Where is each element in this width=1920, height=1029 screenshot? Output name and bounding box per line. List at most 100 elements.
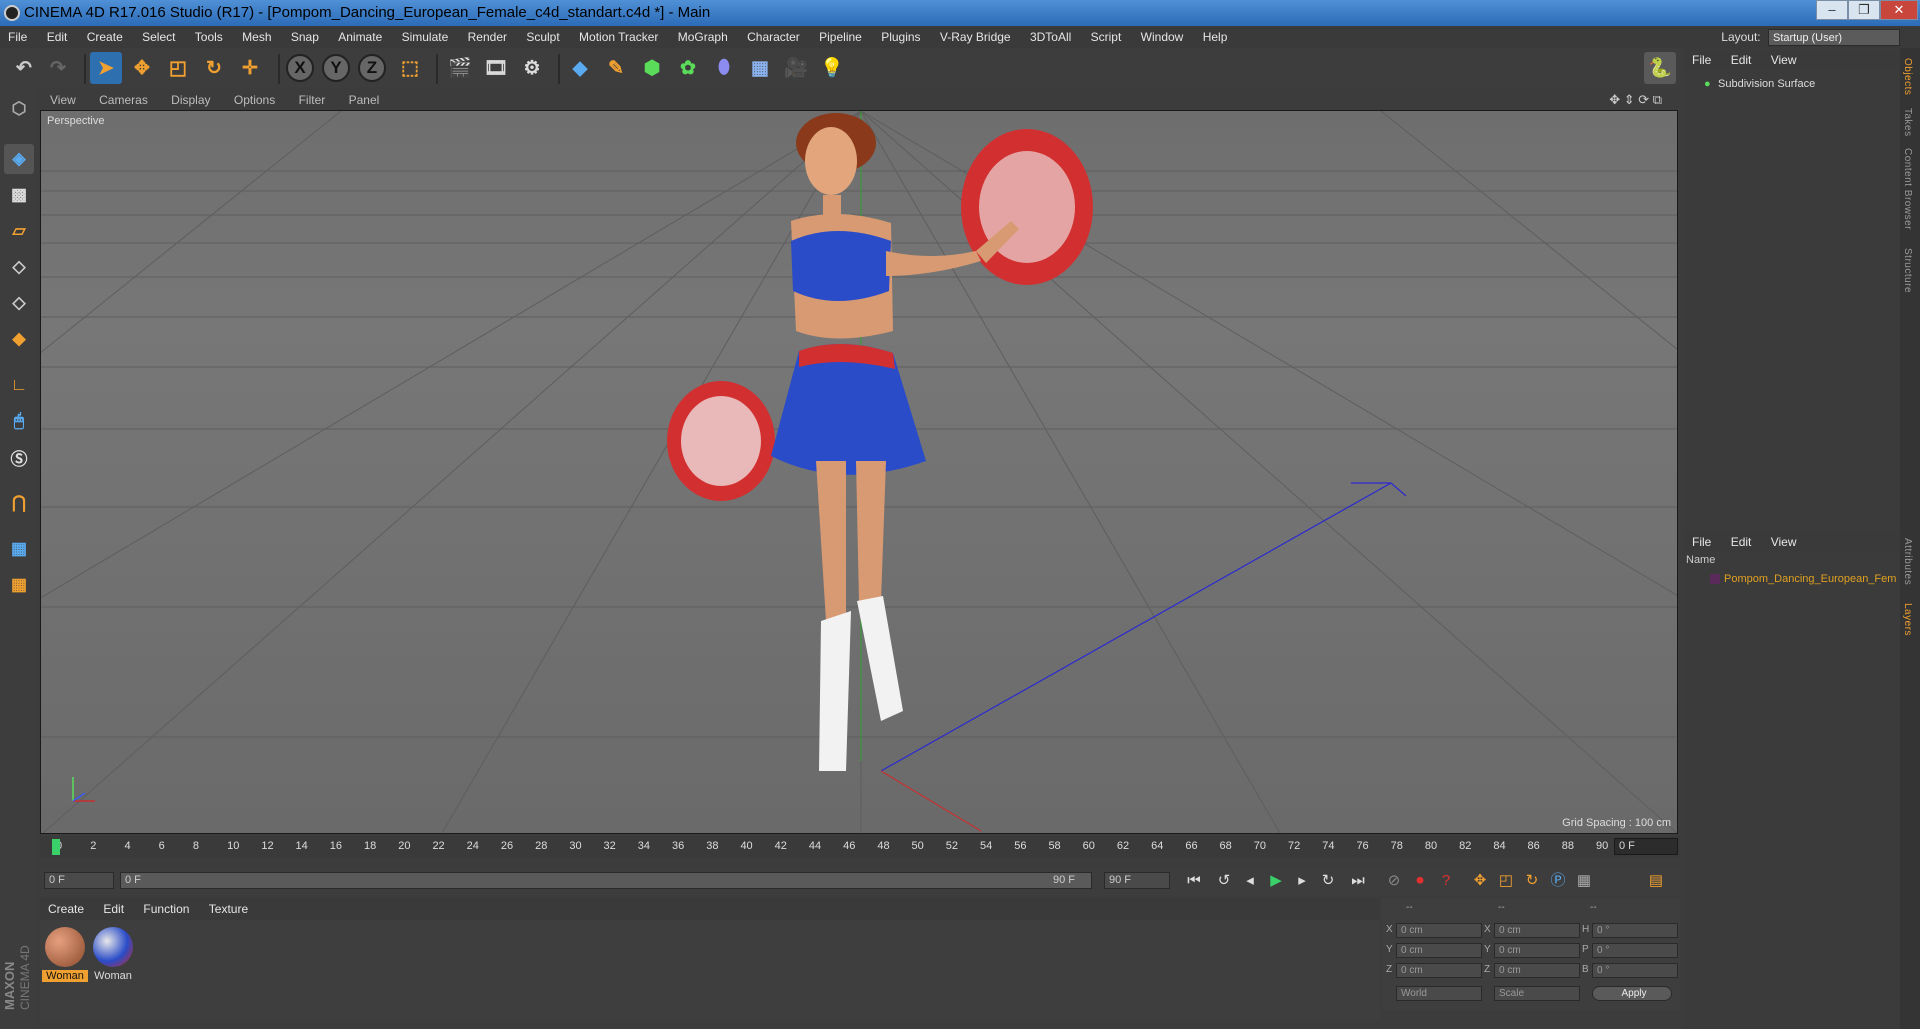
pen-spline-icon[interactable]: ✎ [600,52,632,84]
y-axis-icon[interactable]: Y [322,54,350,82]
redo-icon[interactable]: ↷ [42,52,74,84]
camera-icon[interactable]: 🎥 [780,52,812,84]
scale-mode-dropdown[interactable]: Scale [1494,986,1580,1001]
menu-pipeline[interactable]: Pipeline [811,26,870,48]
range-slider[interactable]: 0 F 90 F [120,872,1092,889]
render-picture-viewer-icon[interactable]: 🎞 [480,52,512,84]
material-menu-edit[interactable]: Edit [95,898,132,920]
snap-s-icon[interactable]: Ⓢ [4,442,34,472]
tweak-mode-icon[interactable]: 🖱 [4,406,34,436]
position-y-field[interactable]: 0 cm [1396,943,1482,958]
floor-icon[interactable]: ▦ [744,52,776,84]
cloner-icon[interactable]: ✿ [672,52,704,84]
record-keys-off-icon[interactable]: ⊘ [1382,870,1406,892]
light-icon[interactable]: 💡 [816,52,848,84]
undo-icon[interactable]: ↶ [8,52,40,84]
planar-workplane-icon[interactable]: ▦ [4,570,34,600]
viewport-menu-filter[interactable]: Filter [289,90,336,110]
layers-menu-edit[interactable]: Edit [1723,532,1760,552]
viewport-menu-display[interactable]: Display [161,90,220,110]
key-parameter-icon[interactable]: Ⓟ [1546,870,1570,892]
tab-objects[interactable]: Objects [1902,58,1913,95]
rotate-tool-icon[interactable]: ↻ [198,52,230,84]
move-tool-icon[interactable]: ✥ [126,52,158,84]
menu-select[interactable]: Select [134,26,183,48]
layers-menu-file[interactable]: File [1684,532,1719,552]
record-active-icon[interactable]: ⏺ [1408,870,1432,892]
lock-workplane-icon[interactable]: ▦ [4,534,34,564]
menu-tools[interactable]: Tools [187,26,231,48]
points-mode-icon[interactable]: ◇ [4,252,34,282]
menu-render[interactable]: Render [460,26,515,48]
objects-menu-view[interactable]: View [1763,50,1805,70]
viewport-menu-view[interactable]: View [40,90,86,110]
timeline-ruler[interactable]: 0246810121416182022242628303234363840424… [40,836,1680,858]
close-button[interactable]: ✕ [1880,0,1918,20]
coordinate-space-dropdown[interactable]: World [1396,986,1482,1001]
timeline-playhead[interactable] [52,839,60,855]
go-to-start-icon[interactable]: ⏮ [1182,870,1206,892]
coordinate-system-icon[interactable]: ⬚ [394,52,426,84]
render-view-icon[interactable]: 🎬 [444,52,476,84]
edges-mode-icon[interactable]: ◇ [4,288,34,318]
timeline-window-icon[interactable]: ▤ [1644,870,1668,892]
play-icon[interactable]: ▶ [1264,870,1288,892]
texture-mode-icon[interactable]: ▩ [4,180,34,210]
next-frame-icon[interactable]: ▸ [1290,870,1314,892]
make-editable-icon[interactable]: ⬡ [4,94,34,124]
material-menu-texture[interactable]: Texture [201,898,256,920]
cube-icon[interactable]: ◆ [564,52,596,84]
model-mode-icon[interactable]: ◈ [4,144,34,174]
menu-edit[interactable]: Edit [39,26,76,48]
perspective-viewport[interactable]: Perspective Grid Spacing : 100 cm [40,110,1678,834]
menu-animate[interactable]: Animate [330,26,390,48]
menu-help[interactable]: Help [1195,26,1236,48]
polygons-mode-icon[interactable]: ◆ [4,324,34,354]
material-menu-function[interactable]: Function [135,898,197,920]
workplane-icon[interactable]: ▱ [4,216,34,246]
x-axis-icon[interactable]: X [286,54,314,82]
autokey-icon[interactable]: ? [1434,870,1458,892]
tab-takes[interactable]: Takes [1902,108,1913,137]
material-woman-clothes[interactable]: Woman [90,924,136,984]
menu-window[interactable]: Window [1133,26,1192,48]
viewport-nav-icons[interactable]: ✥ ⇕ ⟳ ⧉ [1599,90,1672,110]
layers-menu-view[interactable]: View [1763,532,1805,552]
size-x-field[interactable]: 0 cm [1494,923,1580,938]
material-woman-skin[interactable]: Woman [42,924,88,984]
viewport-menu-cameras[interactable]: Cameras [89,90,158,110]
axis-mode-icon[interactable]: ∟ [4,370,34,400]
go-to-end-icon[interactable]: ⏭ [1346,870,1370,892]
maximize-button[interactable]: ❐ [1848,0,1880,20]
magnet-icon[interactable]: ⋂ [4,488,34,518]
size-z-field[interactable]: 0 cm [1494,963,1580,978]
menu-character[interactable]: Character [739,26,808,48]
previous-frame-icon[interactable]: ◂ [1238,870,1262,892]
menu-mesh[interactable]: Mesh [234,26,279,48]
apply-button[interactable]: Apply [1592,986,1672,1001]
tab-layers[interactable]: Layers [1902,603,1913,636]
render-settings-icon[interactable]: ⚙ [516,52,548,84]
key-pla-icon[interactable]: ▦ [1572,870,1596,892]
z-axis-icon[interactable]: Z [358,54,386,82]
objects-menu-edit[interactable]: Edit [1723,50,1760,70]
transform-tool-icon[interactable]: ✛ [234,52,266,84]
viewport-menu-panel[interactable]: Panel [339,90,390,110]
menu-script[interactable]: Script [1083,26,1130,48]
select-tool-icon[interactable]: ➤ [90,52,122,84]
menu-mograph[interactable]: MoGraph [670,26,736,48]
rotation-b-field[interactable]: 0 ° [1592,963,1678,978]
objects-menu-file[interactable]: File [1684,50,1719,70]
layer-row[interactable]: Pompom_Dancing_European_Fem [1684,570,1900,588]
rotation-h-field[interactable]: 0 ° [1592,923,1678,938]
menu-vray-bridge[interactable]: V-Ray Bridge [932,26,1019,48]
position-z-field[interactable]: 0 cm [1396,963,1482,978]
deformer-icon[interactable]: ⬮ [708,52,740,84]
start-frame-field[interactable]: 0 F [44,872,114,889]
next-key-icon[interactable]: ↻ [1316,870,1340,892]
subdivision-icon[interactable]: ⬢ [636,52,668,84]
key-position-icon[interactable]: ✥ [1468,870,1492,892]
cheerleader-model[interactable] [631,111,1131,771]
layout-dropdown[interactable]: Startup (User) [1768,29,1900,46]
key-rotation-icon[interactable]: ↻ [1520,870,1544,892]
